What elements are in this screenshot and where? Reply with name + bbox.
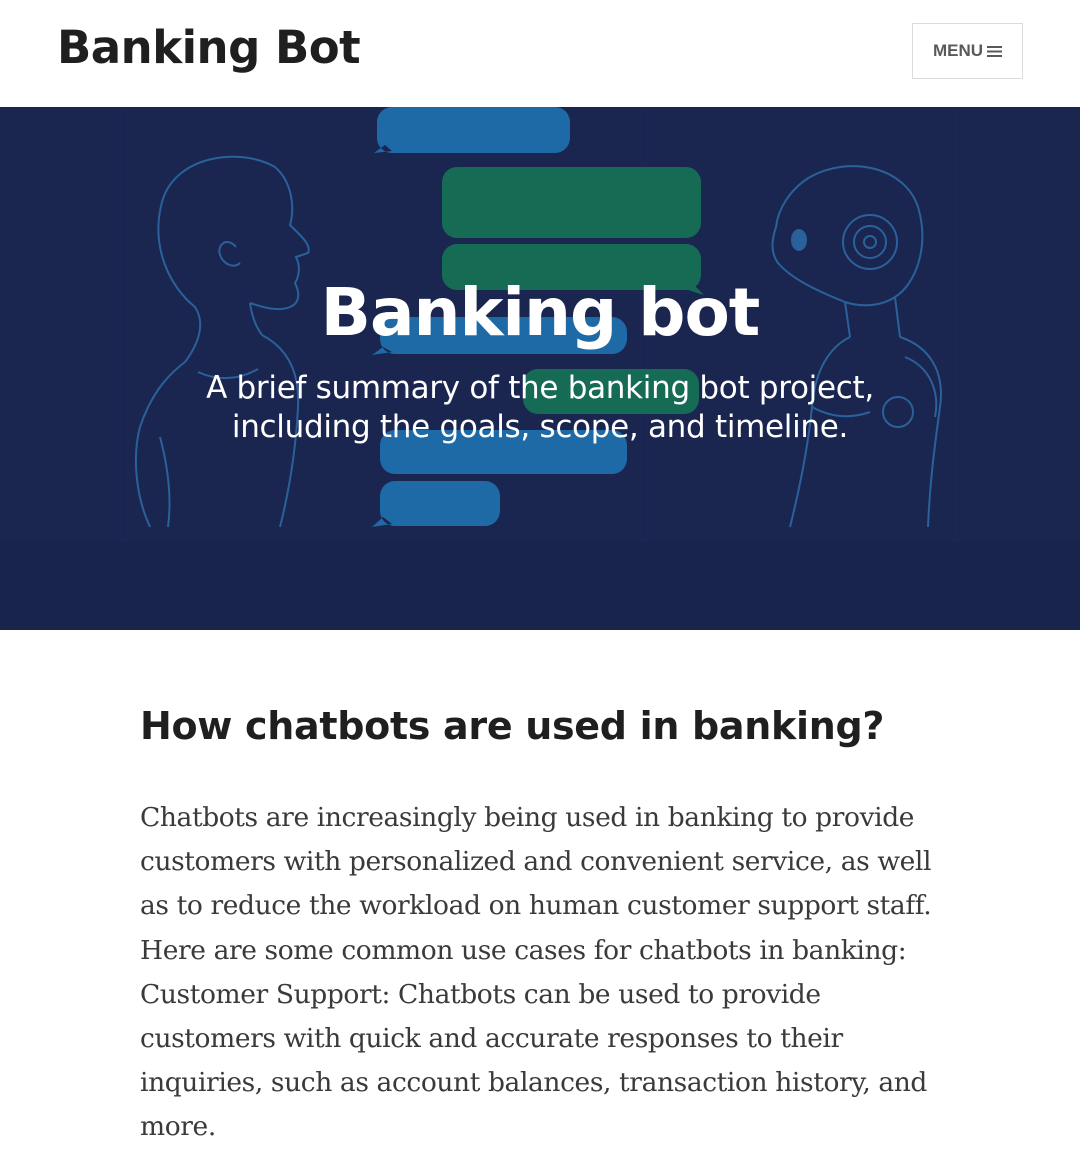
menu-label: MENU <box>932 41 984 60</box>
site-title-link[interactable]: Banking Bot <box>57 18 361 78</box>
hero-banner: Banking bot A brief summary of the banki… <box>0 107 1080 630</box>
hero-subtitle: A brief summary of the banking bot proje… <box>206 370 874 445</box>
menu-button[interactable]: MENU <box>912 23 1023 79</box>
hamburger-icon <box>987 45 1003 58</box>
site-header: Banking Bot MENU <box>0 0 1080 107</box>
body-paragraph: Chatbots are increasingly being used in … <box>140 802 932 1143</box>
hero-title: Banking bot <box>320 274 761 351</box>
section-heading: How chatbots are used in banking? <box>140 704 885 748</box>
